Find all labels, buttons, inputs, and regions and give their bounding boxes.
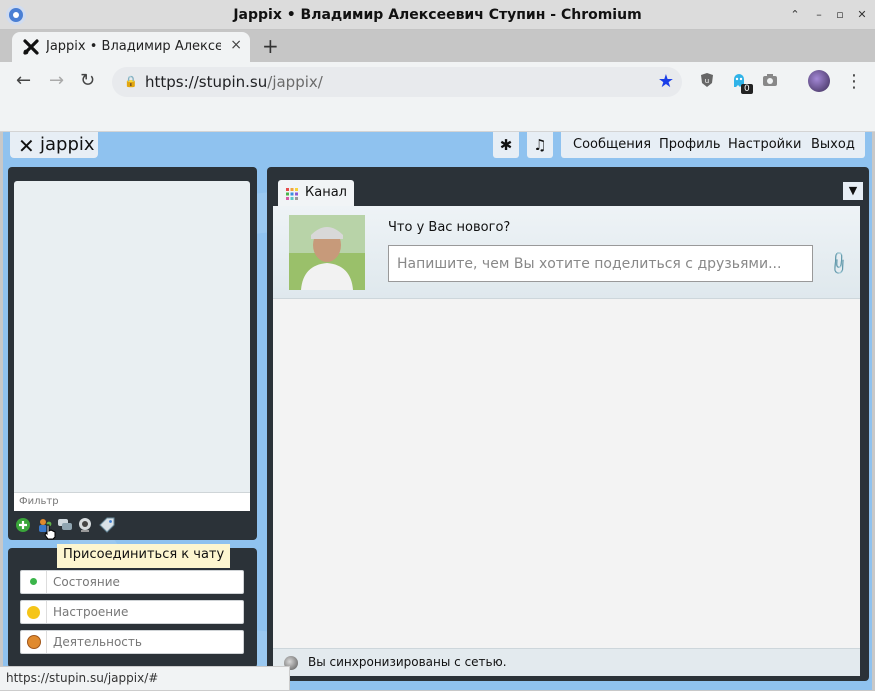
- panel-dropdown-icon[interactable]: ▼: [843, 182, 863, 200]
- bookmark-star-icon[interactable]: ★: [658, 71, 674, 92]
- back-button[interactable]: ←: [16, 70, 31, 91]
- status-input[interactable]: [388, 245, 813, 282]
- music-button[interactable]: ♫: [527, 132, 553, 158]
- availability-field[interactable]: Состояние: [20, 570, 244, 594]
- availability-dot-icon: [21, 571, 47, 593]
- camera-icon[interactable]: [761, 72, 779, 90]
- window-maximize-icon[interactable]: ▫: [831, 6, 849, 24]
- jappix-logo-icon: ✕: [18, 134, 35, 158]
- menu-settings[interactable]: Настройки: [728, 137, 801, 152]
- forward-button[interactable]: →: [49, 70, 64, 91]
- url-host: https://stupin.su: [145, 73, 268, 91]
- jappix-page: ✕ jappix ✱ ♫ Сообщения Профиль Настройки…: [3, 132, 872, 690]
- menu-messages[interactable]: Сообщения: [573, 137, 651, 152]
- ublock-icon[interactable]: u: [698, 72, 716, 90]
- user-avatar[interactable]: [289, 215, 365, 290]
- mood-field[interactable]: Настроение: [20, 600, 244, 624]
- webcam-icon[interactable]: [77, 517, 93, 533]
- address-bar[interactable]: 🔒 https://stupin.su/jappix/ ★: [112, 67, 682, 97]
- jappix-logo-text: jappix: [40, 134, 95, 155]
- svg-text:u: u: [705, 77, 709, 85]
- jappix-favicon-icon: [23, 39, 39, 55]
- tab-close-icon[interactable]: ×: [230, 37, 242, 53]
- mood-label: Настроение: [53, 605, 129, 619]
- window-title: Jappix • Владимир Алексеевич Ступин - Ch…: [233, 7, 642, 23]
- channel-grid-icon: [286, 188, 298, 200]
- activity-ball-icon: [21, 631, 47, 653]
- tab-title: Jappix • Владимир Алексе: [46, 39, 221, 54]
- tag-icon[interactable]: [99, 517, 115, 533]
- channel-content: Что у Вас нового? 📎 Вы синхронизированы …: [273, 206, 860, 676]
- status-prompt: Что у Вас нового?: [388, 220, 511, 235]
- bookmark-bar: [0, 102, 875, 132]
- add-contact-icon[interactable]: [15, 517, 31, 533]
- tab-strip: Jappix • Владимир Алексе × +: [0, 30, 875, 62]
- hand-cursor-icon: [44, 524, 56, 540]
- chat-bubbles-icon[interactable]: [57, 517, 73, 533]
- menu-logout[interactable]: Выход: [811, 137, 855, 152]
- jappix-logo[interactable]: ✕ jappix: [10, 132, 98, 158]
- sync-status-bar: Вы синхронизированы с сетью.: [273, 648, 860, 676]
- roster-panel: Фильтр: [8, 167, 257, 540]
- status-composer: Что у Вас нового? 📎: [273, 206, 860, 299]
- new-tab-button[interactable]: +: [262, 34, 279, 58]
- browser-tab[interactable]: Jappix • Владимир Алексе ×: [12, 32, 250, 62]
- menu-profile[interactable]: Профиль: [659, 137, 721, 152]
- paperclip-icon[interactable]: 📎: [825, 250, 853, 278]
- window-minimize-icon[interactable]: –: [810, 6, 828, 24]
- extension-badge: 0: [741, 84, 753, 94]
- sync-status-text: Вы синхронизированы с сетью.: [308, 655, 507, 669]
- channel-tab-label: Канал: [305, 185, 347, 200]
- browser-menu-icon[interactable]: ⋮: [845, 71, 863, 92]
- profile-avatar[interactable]: [808, 70, 830, 92]
- tab-channel[interactable]: Канал: [278, 180, 354, 206]
- roster-filter-input[interactable]: Фильтр: [14, 492, 250, 511]
- window-titlebar: Jappix • Владимир Алексеевич Ступин - Ch…: [0, 0, 875, 30]
- url-path: /jappix/: [267, 73, 323, 91]
- browser-toolbar: ← → ↻ 🔒 https://stupin.su/jappix/ ★ u: [0, 62, 875, 102]
- top-menu: Сообщения Профиль Настройки Выход: [561, 132, 865, 158]
- mood-smiley-icon: [21, 601, 47, 623]
- window-up-icon[interactable]: ⌃: [786, 6, 804, 24]
- channel-panel: Канал ▼ Что у Вас нового? 📎 Вы синхрониз…: [267, 167, 869, 681]
- url-text: https://stupin.su/jappix/: [145, 73, 323, 91]
- join-chat-tooltip: Присоединиться к чату: [57, 544, 231, 568]
- availability-label: Состояние: [53, 575, 120, 589]
- reload-button[interactable]: ↻: [80, 70, 95, 91]
- activity-label: Деятельность: [53, 635, 142, 649]
- roster-list[interactable]: Фильтр: [14, 181, 250, 511]
- notifications-button[interactable]: ✱: [493, 132, 519, 158]
- status-url-bubble: https://stupin.su/jappix/#: [0, 666, 290, 691]
- lock-icon[interactable]: 🔒: [124, 75, 138, 88]
- window-close-icon[interactable]: ✕: [853, 6, 871, 24]
- activity-field[interactable]: Деятельность: [20, 630, 244, 654]
